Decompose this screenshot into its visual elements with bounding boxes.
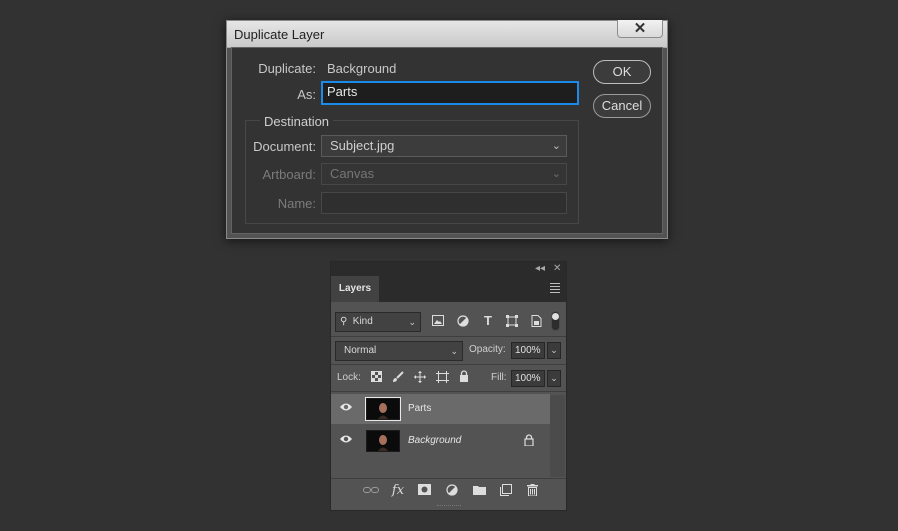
eye-visibility-icon[interactable]	[338, 402, 354, 412]
opacity-label: Opacity:	[469, 344, 506, 355]
eye-visibility-icon[interactable]	[338, 434, 354, 444]
tab-layers[interactable]: Layers	[331, 276, 379, 302]
new-layer-icon[interactable]	[498, 484, 514, 496]
group-folder-icon[interactable]	[471, 485, 487, 495]
fx-icon[interactable]: fx	[390, 484, 406, 498]
document-label: Document:	[253, 139, 316, 154]
layer-thumbnail	[365, 397, 401, 421]
lock-artboard-icon[interactable]	[434, 371, 450, 383]
dialog-titlebar[interactable]: Duplicate Layer ✕	[227, 20, 667, 48]
shape-filter-icon[interactable]	[504, 315, 520, 327]
fill-label: Fill:	[491, 372, 507, 383]
add-mask-icon[interactable]	[416, 484, 432, 495]
layer-name[interactable]: Parts	[408, 394, 431, 424]
close-panel-icon[interactable]: ✕	[553, 262, 561, 276]
lock-transparent-icon[interactable]	[368, 371, 384, 382]
lock-all-icon[interactable]	[456, 370, 472, 382]
chevron-down-icon: ⌄	[450, 346, 458, 356]
artboard-label: Artboard:	[262, 167, 316, 182]
panel-resize-grip[interactable]	[437, 505, 461, 509]
duplicate-layer-dialog: Duplicate Layer ✕ Duplicate: Background …	[226, 20, 668, 239]
layer-thumbnail	[366, 430, 400, 452]
divider	[331, 391, 566, 392]
type-filter-icon[interactable]: T	[480, 314, 496, 328]
as-name-input[interactable]: Parts	[321, 81, 579, 105]
fill-input[interactable]: 100%	[511, 370, 545, 387]
destination-name-input[interactable]	[321, 192, 567, 214]
document-select[interactable]: Subject.jpg ⌄	[321, 135, 567, 157]
ok-button[interactable]: OK	[593, 60, 651, 84]
filter-toggle-switch[interactable]	[551, 311, 560, 331]
cancel-button[interactable]: Cancel	[593, 94, 651, 118]
image-filter-icon[interactable]	[430, 315, 446, 326]
lock-label: Lock:	[337, 372, 361, 383]
panel-menu-icon[interactable]	[550, 283, 560, 295]
search-icon: ⚲	[340, 316, 348, 327]
lock-paint-icon[interactable]	[390, 371, 406, 383]
filter-kind-select[interactable]: ⚲ Kind ⌄	[335, 312, 421, 332]
chevron-down-icon: ⌄	[551, 168, 561, 180]
blend-mode-value: Normal	[344, 345, 377, 356]
duplicate-value: Background	[327, 61, 397, 76]
divider	[331, 364, 566, 365]
link-layers-icon[interactable]	[363, 485, 379, 495]
layer-row-background[interactable]: Background	[331, 426, 550, 456]
artboard-select-value: Canvas	[330, 166, 375, 181]
adjustment-layer-icon[interactable]	[444, 484, 460, 496]
name-label: Name:	[277, 196, 316, 211]
collapse-panel-icon[interactable]: ◂◂	[535, 262, 545, 276]
panel-topbar[interactable]: ◂◂ ✕	[331, 262, 566, 276]
duplicate-label: Duplicate:	[258, 61, 316, 76]
dialog-title: Duplicate Layer	[234, 27, 325, 42]
filter-kind-value: Kind	[352, 316, 373, 327]
chevron-down-icon: ⌄	[408, 317, 416, 327]
document-select-value: Subject.jpg	[330, 138, 395, 153]
lock-position-icon[interactable]	[412, 371, 428, 383]
lock-icon	[521, 434, 537, 446]
destination-title: Destination	[260, 114, 334, 129]
dialog-body: Duplicate: Background As: Parts Destinat…	[231, 47, 663, 234]
layer-name[interactable]: Background	[408, 426, 461, 456]
smart-object-filter-icon[interactable]	[528, 315, 544, 327]
fill-dropdown-button[interactable]: ⌄	[547, 370, 561, 387]
artboard-select[interactable]: Canvas ⌄	[321, 163, 567, 185]
chevron-down-icon: ⌄	[551, 140, 561, 152]
panel-tab-row: Layers	[331, 276, 566, 302]
as-label: As:	[297, 87, 316, 102]
blend-mode-select[interactable]: Normal ⌄	[335, 341, 463, 361]
panel-footer: fx	[331, 478, 566, 505]
dialog-close-button[interactable]: ✕	[617, 20, 663, 38]
divider	[331, 336, 566, 337]
layers-scrollbar[interactable]	[550, 395, 565, 477]
adjustment-filter-icon[interactable]	[455, 315, 471, 327]
trash-icon[interactable]	[524, 484, 540, 496]
layer-row-parts[interactable]: Parts	[331, 394, 550, 424]
opacity-dropdown-button[interactable]: ⌄	[547, 342, 561, 359]
opacity-input[interactable]: 100%	[511, 342, 545, 359]
layers-panel: ◂◂ ✕ Layers ⚲ Kind ⌄ T Normal ⌄ Opacity:…	[330, 261, 567, 511]
filter-toggle-knob	[552, 313, 559, 320]
